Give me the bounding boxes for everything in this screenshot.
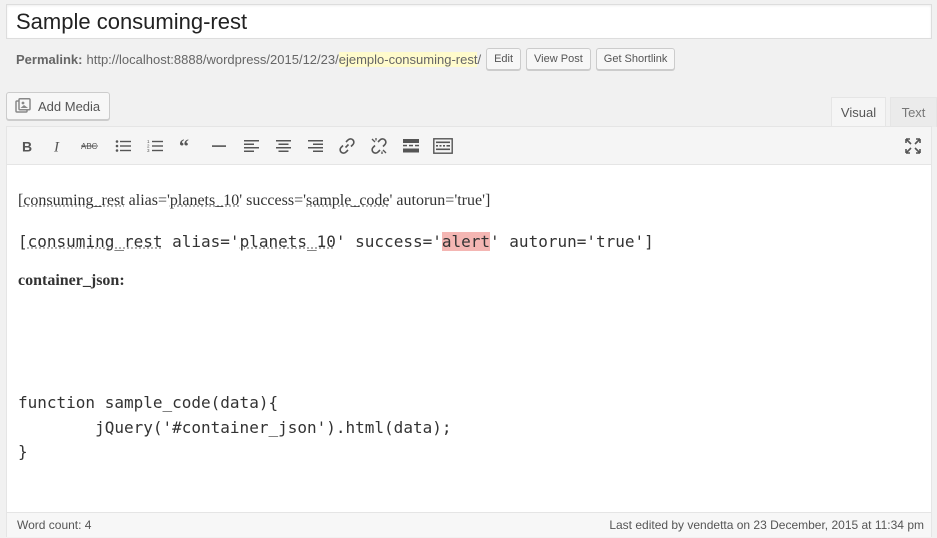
insert-link-icon[interactable] — [334, 133, 360, 159]
permalink-base-url[interactable]: http://localhost:8888/wordpress/2015/12/… — [86, 52, 338, 67]
permalink-label: Permalink: — [16, 51, 83, 67]
code-line: jQuery('#container_json').html(data); — [18, 417, 452, 437]
edit-permalink-button[interactable]: Edit — [486, 48, 522, 70]
tab-text[interactable]: Text — [890, 97, 937, 127]
bulleted-list-icon[interactable] — [110, 133, 136, 159]
text-segment: [ — [18, 232, 28, 251]
strikethrough-icon[interactable]: ABC — [77, 133, 103, 159]
text-segment: planets_10 — [239, 232, 336, 251]
permalink-row: Permalink: http://localhost:8888/wordpre… — [16, 47, 676, 71]
code-line: } — [18, 442, 28, 461]
get-shortlink-button[interactable]: Get Shortlink — [595, 48, 676, 70]
text-segment: sample_code — [306, 192, 390, 209]
word-count: Word count: 4 — [17, 518, 92, 532]
add-media-icon — [15, 98, 33, 114]
svg-text:B: B — [22, 139, 32, 153]
view-post-button[interactable]: View Post — [526, 48, 591, 70]
numbered-list-icon[interactable]: 123 — [142, 133, 168, 159]
code-line: function sample_code(data){ — [18, 393, 279, 412]
remove-link-icon[interactable] — [366, 133, 392, 159]
svg-text:3: 3 — [147, 148, 150, 153]
text-segment: consuming_rest — [27, 232, 163, 251]
add-media-button[interactable]: Add Media — [6, 92, 111, 120]
text-segment: ' success=' — [335, 232, 442, 251]
editor: B I ABC 123 “ [consuming_rest alias='pla… — [6, 126, 932, 537]
blockquote-icon[interactable]: “ — [174, 133, 200, 159]
text-segment: alias=' — [162, 232, 240, 251]
toolbar-toggle-icon[interactable] — [430, 133, 456, 159]
highlighted-text: alert — [441, 232, 491, 251]
text-segment: ' autorun='true'] — [490, 232, 654, 251]
editor-status-bar: Word count: 4 Last edited by vendetta on… — [7, 512, 931, 537]
tab-visual[interactable]: Visual — [831, 97, 886, 127]
last-edited: Last edited by vendetta on 23 December, … — [609, 518, 924, 532]
editor-toolbar: B I ABC 123 “ — [7, 127, 931, 165]
permalink-slug[interactable]: ejemplo-consuming-rest — [338, 51, 478, 67]
align-left-icon[interactable] — [238, 133, 264, 159]
horizontal-line-icon[interactable] — [206, 133, 232, 159]
text-segment: ' autorun='true'] — [389, 192, 491, 209]
italic-icon[interactable]: I — [45, 133, 71, 159]
svg-text:“: “ — [179, 139, 189, 153]
editor-content[interactable]: [consuming_rest alias='planets_10' succe… — [7, 165, 931, 512]
add-media-label: Add Media — [38, 98, 101, 114]
code-block: function sample_code(data){ jQuery('#con… — [18, 391, 451, 465]
shortcode-line-2: [consuming_rest alias='planets_10' succe… — [18, 232, 654, 251]
post-title-input[interactable] — [6, 4, 932, 39]
text-segment: planets_10 — [169, 192, 240, 209]
svg-text:I: I — [53, 140, 60, 154]
bold-icon[interactable]: B — [14, 133, 40, 159]
align-right-icon[interactable] — [302, 133, 328, 159]
shortcode-line-1: [consuming_rest alias='planets_10' succe… — [18, 192, 490, 210]
text-segment: consuming_rest — [23, 192, 125, 209]
text-segment: alias=' — [124, 192, 170, 209]
text-segment: ' success=' — [239, 192, 306, 209]
container-heading: container_json: — [18, 272, 125, 289]
permalink-trailing-slash: / — [477, 51, 482, 67]
align-center-icon[interactable] — [270, 133, 296, 159]
read-more-icon[interactable] — [398, 133, 424, 159]
fullscreen-icon[interactable] — [900, 133, 926, 159]
